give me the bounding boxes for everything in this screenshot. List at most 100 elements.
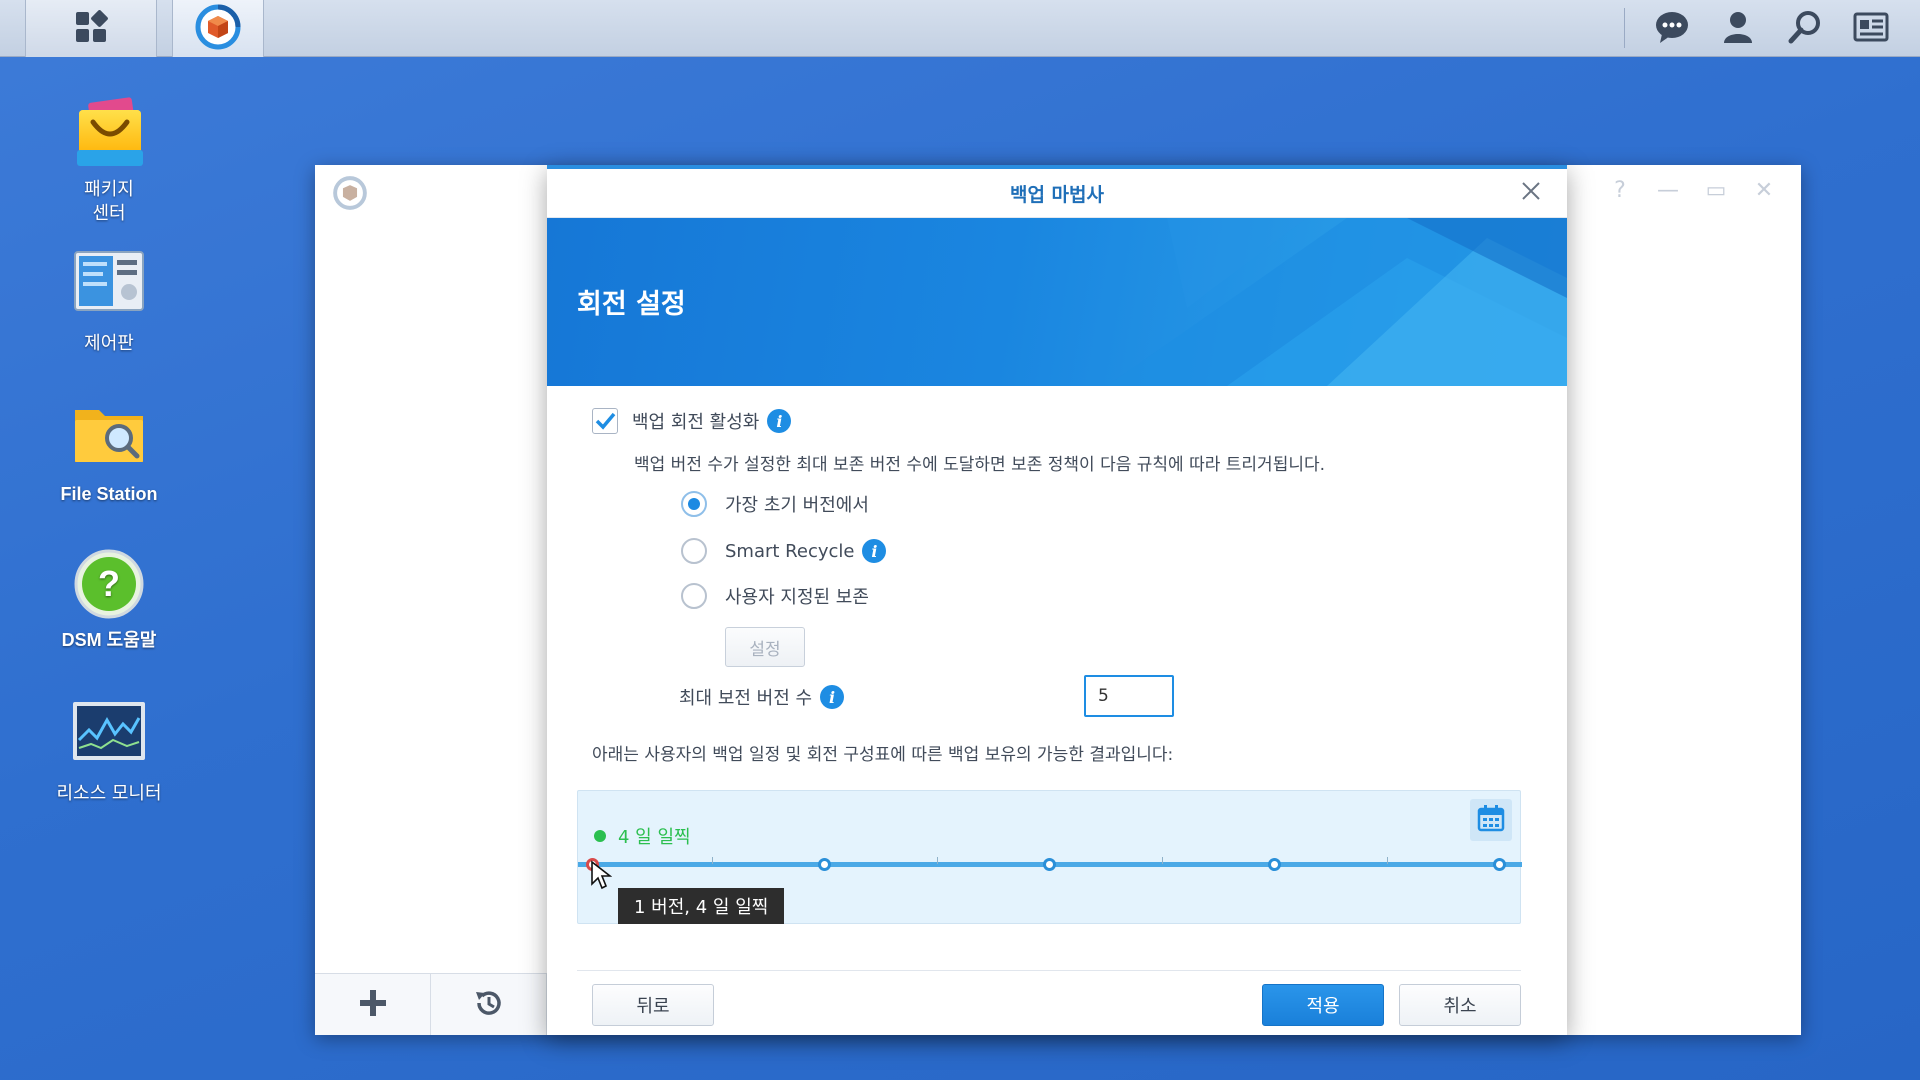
- info-icon[interactable]: i: [820, 685, 845, 709]
- timeline-node[interactable]: [1043, 858, 1056, 871]
- add-button[interactable]: [315, 974, 431, 1035]
- main-menu-button[interactable]: [25, 0, 157, 57]
- enable-rotation-checkbox[interactable]: [592, 408, 618, 434]
- desktop-label: DSM 도움말: [61, 630, 157, 650]
- timeline-tick: [1387, 857, 1388, 864]
- help-icon: ?: [1614, 177, 1626, 203]
- calendar-icon: [1477, 804, 1505, 836]
- grid-icon: [73, 9, 109, 49]
- checkmark-icon: [595, 412, 616, 430]
- mouse-cursor-icon: [590, 860, 613, 894]
- dialog-banner: 회전 설정: [547, 218, 1567, 386]
- resource-monitor-icon: [71, 700, 147, 776]
- footer-divider: [577, 970, 1521, 971]
- search-icon: [1788, 10, 1822, 48]
- timeline-label-text: 4 일 일찍: [618, 827, 691, 848]
- window-bottom-bar: [315, 973, 547, 1035]
- banner-decoration: [1107, 218, 1567, 386]
- timeline-node[interactable]: [818, 858, 831, 871]
- timeline-tick: [712, 857, 713, 864]
- file-station-icon: [71, 400, 147, 476]
- dialog-title: 백업 마법사: [1009, 183, 1104, 206]
- result-row: 아래는 사용자의 백업 일정 및 회전 구성표에 따른 백업 보유의 가능한 결…: [592, 740, 1173, 765]
- close-icon: [1521, 181, 1541, 206]
- minimize-icon: —: [1657, 177, 1679, 203]
- app-icon: [332, 175, 368, 215]
- banner-title: 회전 설정: [577, 289, 686, 320]
- calendar-button[interactable]: [1470, 799, 1512, 841]
- package-center-icon: [71, 96, 147, 172]
- option-custom[interactable]: 사용자 지정된 보존: [681, 583, 869, 609]
- apply-button[interactable]: 적용: [1262, 984, 1384, 1026]
- desktop-resource-monitor[interactable]: 리소스 모니터: [40, 700, 178, 806]
- max-versions-row: 최대 보전 버전 수 i: [679, 684, 845, 710]
- desktop-control-panel[interactable]: 제어판: [40, 250, 178, 356]
- chat-icon: [1654, 10, 1690, 48]
- dsm-help-icon: ?: [71, 546, 147, 622]
- info-icon[interactable]: i: [862, 539, 887, 563]
- back-button[interactable]: 뒤로: [592, 984, 714, 1026]
- result-text: 아래는 사용자의 백업 일정 및 회전 구성표에 따른 백업 보유의 가능한 결…: [592, 745, 1174, 765]
- search-button[interactable]: [1777, 0, 1833, 57]
- desktop-package-center[interactable]: 패키지 센터: [40, 96, 178, 226]
- max-versions-input[interactable]: 5: [1084, 675, 1174, 717]
- plus-icon: [358, 988, 388, 1022]
- restore-button[interactable]: [431, 974, 547, 1035]
- description-text: 백업 버전 수가 설정한 최대 보존 버전 수에 도달하면 보존 정책이 다음 …: [634, 455, 1326, 475]
- timeline-node[interactable]: [1268, 858, 1281, 871]
- desktop-label: 패키지: [84, 179, 134, 200]
- taskbar: [0, 0, 1920, 57]
- settings-row: 설정: [725, 627, 805, 667]
- chat-button[interactable]: [1644, 0, 1700, 57]
- option-earliest[interactable]: 가장 초기 버전에서: [681, 491, 869, 517]
- settings-button[interactable]: 설정: [725, 627, 805, 667]
- widgets-button[interactable]: [1843, 0, 1899, 57]
- max-versions-input-row: 5: [1084, 675, 1174, 717]
- close-window-button[interactable]: ✕: [1751, 177, 1777, 203]
- minimize-window-button[interactable]: —: [1655, 177, 1681, 203]
- taskbar-hyper-backup[interactable]: [172, 0, 264, 57]
- desktop-dsm-help[interactable]: ? DSM 도움말: [40, 546, 178, 652]
- max-versions-label: 최대 보전 버전 수: [679, 688, 813, 709]
- timeline-tick: [1162, 857, 1163, 864]
- desktop-label: File Station: [60, 484, 158, 504]
- enable-rotation-label: 백업 회전 활성화: [632, 412, 760, 433]
- desktop-file-station[interactable]: File Station: [40, 400, 178, 506]
- dialog-content: 백업 회전 활성화 i 백업 버전 수가 설정한 최대 보존 버전 수에 도달하…: [547, 390, 1567, 1040]
- maximize-window-button[interactable]: ▭: [1703, 177, 1729, 203]
- rotation-description: 백업 버전 수가 설정한 최대 보존 버전 수에 도달하면 보존 정책이 다음 …: [634, 450, 1325, 475]
- maximize-icon: ▭: [1705, 177, 1727, 203]
- retention-timeline: 4 일 일찍 1 버전, 4 일 일찍: [577, 790, 1522, 924]
- history-icon: [473, 987, 505, 1023]
- option-smart-recycle-label: Smart Recycle: [725, 540, 855, 562]
- user-button[interactable]: [1710, 0, 1766, 57]
- enable-rotation-row: 백업 회전 활성화 i: [592, 408, 792, 434]
- window-sidebar: [315, 165, 547, 1035]
- dialog-title-bar: 백업 마법사: [547, 169, 1567, 218]
- option-smart-recycle[interactable]: Smart Recycle i: [681, 538, 887, 564]
- cancel-button[interactable]: 취소: [1399, 984, 1521, 1026]
- option-earliest-label: 가장 초기 버전에서: [725, 495, 869, 516]
- desktop-label: 제어판: [84, 333, 134, 354]
- widgets-icon: [1853, 12, 1889, 46]
- radio-smart-recycle[interactable]: [681, 538, 707, 564]
- timeline-label: 4 일 일찍: [594, 823, 691, 849]
- timeline-tick: [937, 857, 938, 864]
- user-icon: [1721, 10, 1755, 48]
- timeline-node[interactable]: [1493, 858, 1506, 871]
- hyper-backup-icon: [195, 4, 241, 54]
- help-window-button[interactable]: ?: [1607, 177, 1633, 203]
- option-custom-label: 사용자 지정된 보존: [725, 587, 869, 608]
- radio-custom[interactable]: [681, 583, 707, 609]
- backup-wizard-dialog: 백업 마법사 회전 설정 백업 회전 활성화 i 백업 버전 수가 설정한 최대…: [547, 165, 1567, 1035]
- desktop-label: 리소스 모니터: [56, 783, 162, 804]
- control-panel-icon: [71, 250, 147, 326]
- close-icon: ✕: [1754, 177, 1774, 203]
- dialog-close-button[interactable]: [1517, 179, 1545, 207]
- taskbar-separator: [1624, 8, 1625, 48]
- radio-earliest[interactable]: [681, 491, 707, 517]
- info-icon[interactable]: i: [767, 409, 792, 433]
- green-dot-icon: [594, 830, 606, 842]
- svg-text:?: ?: [98, 563, 120, 604]
- desktop-label: 센터: [92, 203, 126, 224]
